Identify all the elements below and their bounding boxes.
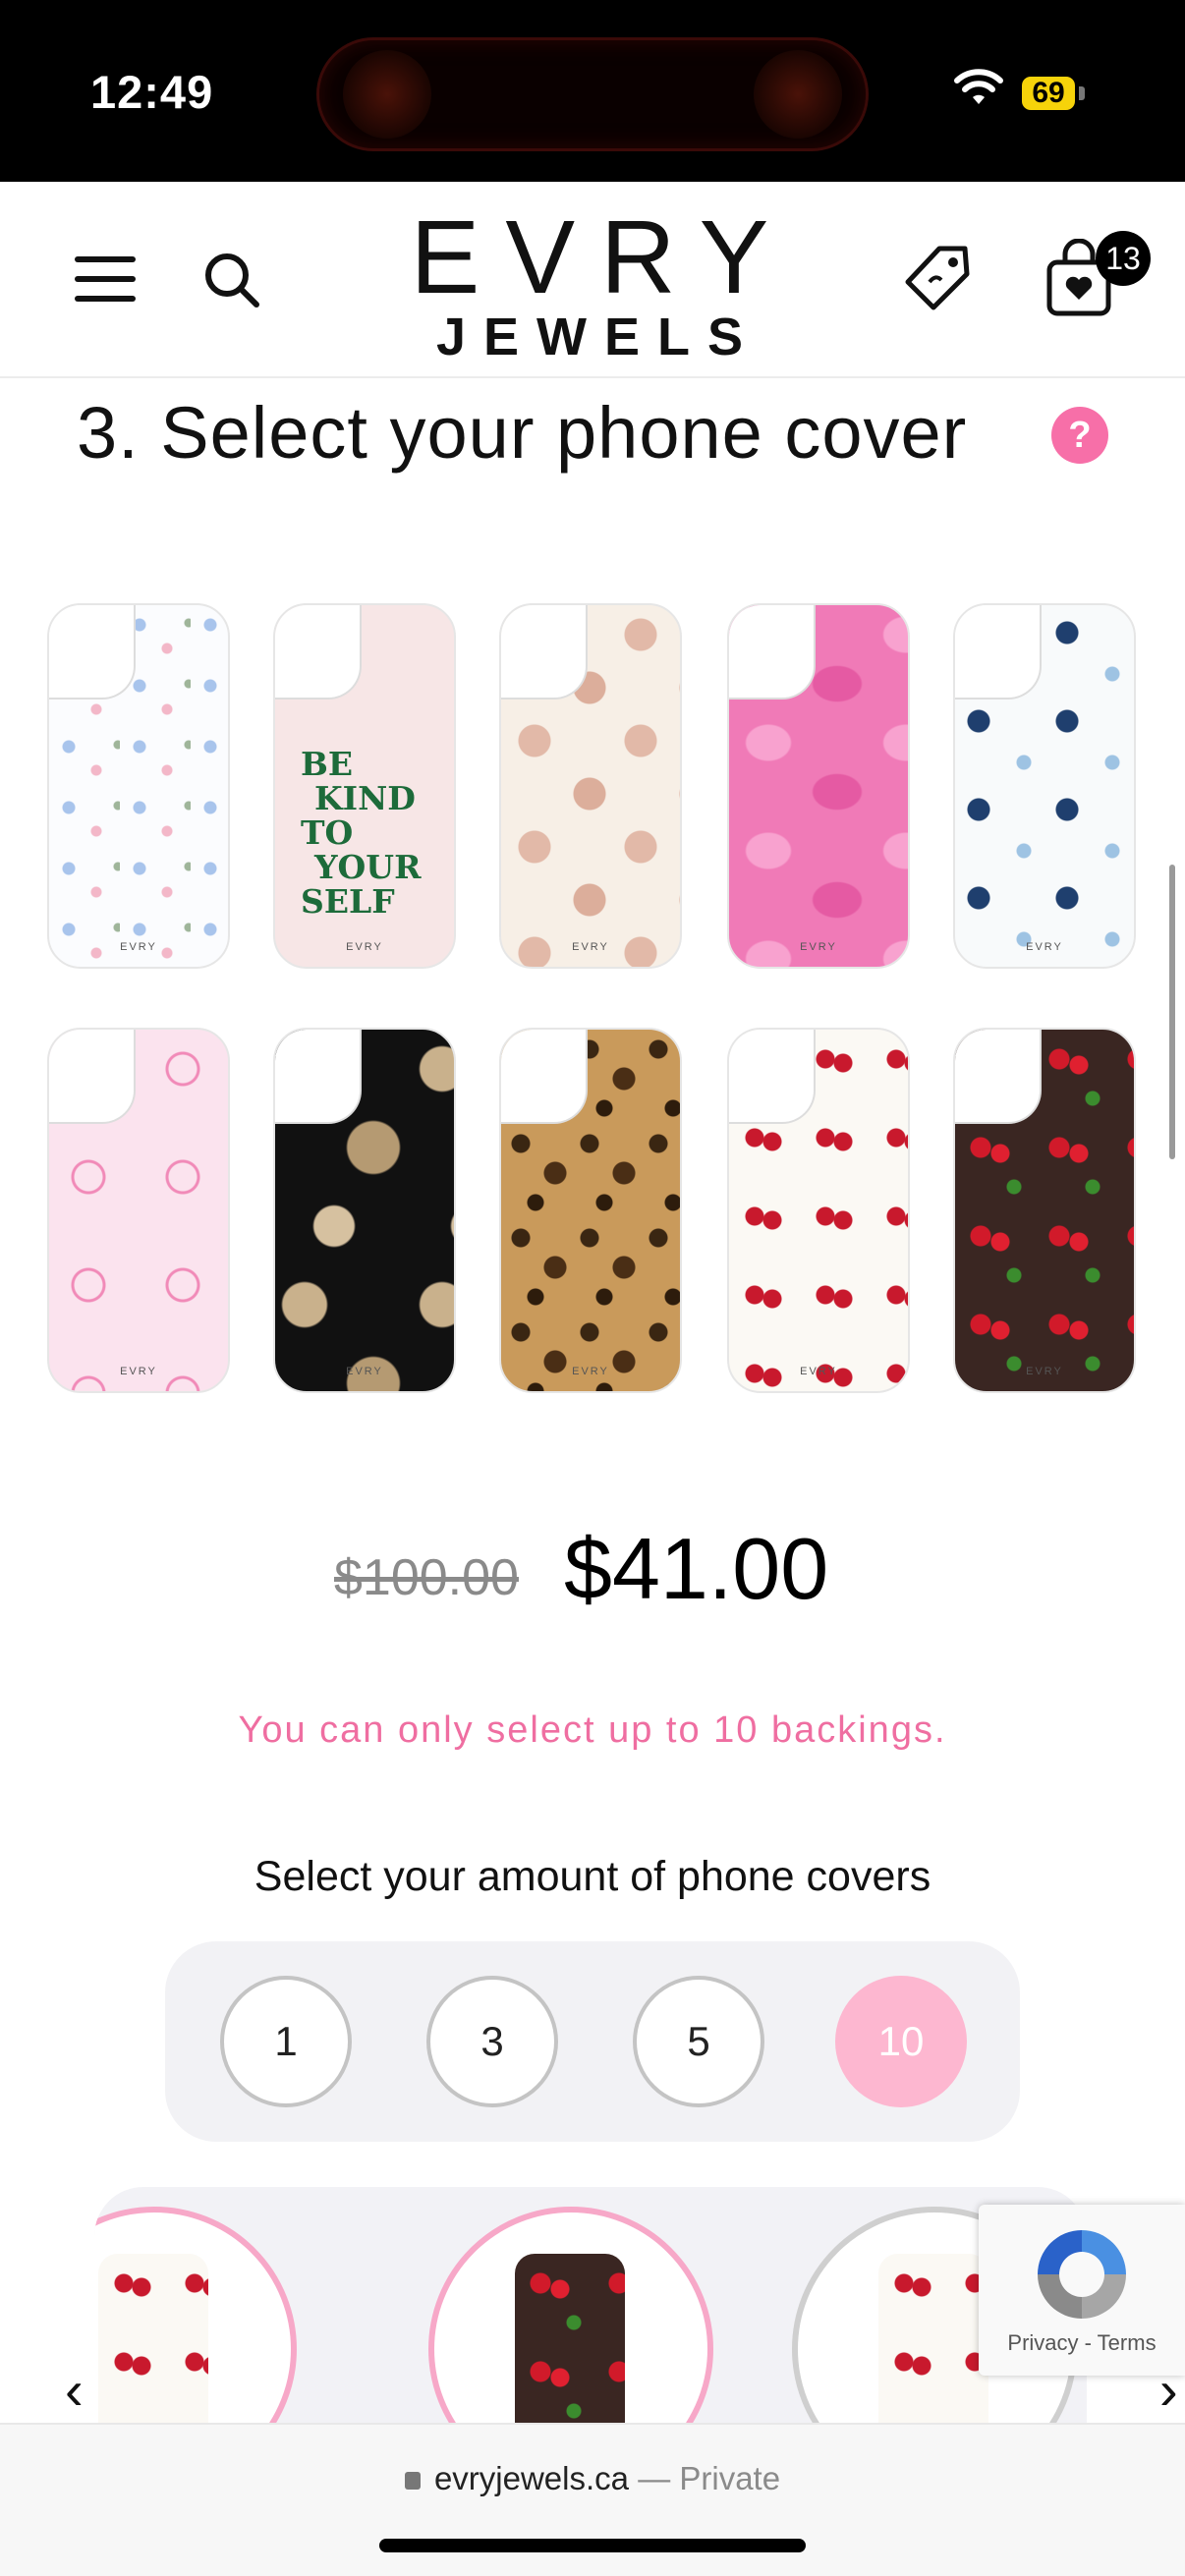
- logo-subline: JEWELS: [435, 308, 762, 366]
- wifi-icon: [954, 69, 1003, 104]
- cover-thumbnail: [878, 2254, 988, 2423]
- quantity-option-5[interactable]: 5: [633, 1976, 764, 2107]
- clock: 12:49: [90, 66, 214, 118]
- cover-slogan-line: KIND: [314, 779, 416, 817]
- battery-tip: [1079, 86, 1085, 100]
- home-indicator[interactable]: [379, 2539, 806, 2552]
- cover-brand-mark: EVRY: [346, 941, 383, 953]
- selection-limit-message: You can only select up to 10 backings.: [238, 1709, 947, 1751]
- recaptcha-badge[interactable]: Privacy - Terms: [979, 2205, 1185, 2376]
- cover-brand-mark: EVRY: [346, 1366, 383, 1377]
- cover-slogan-line: BE: [301, 745, 354, 783]
- url-text[interactable]: evryjewels.ca — Private: [0, 2460, 1185, 2497]
- selected-covers-carousel: [94, 2187, 1087, 2423]
- recaptcha-links[interactable]: Privacy - Terms: [979, 2330, 1185, 2356]
- quantity-option-10[interactable]: 10: [835, 1976, 967, 2107]
- logo-wordmark: EVRY: [410, 199, 795, 315]
- price-tag-icon[interactable]: [902, 243, 973, 313]
- sale-price: $41.00: [564, 1520, 829, 1617]
- phone-cover-blueberries-bows[interactable]: EVRY: [953, 603, 1136, 969]
- camera-cutout: [49, 605, 136, 700]
- camera-cutout: [501, 605, 588, 700]
- phone-cover-leopard-stars[interactable]: EVRY: [273, 1028, 456, 1393]
- cover-brand-mark: EVRY: [1026, 1366, 1063, 1377]
- cover-slogan-line: YOUR: [314, 848, 422, 886]
- selected-cover-cherries-brown[interactable]: [428, 2207, 713, 2423]
- cart-count-badge: 13: [1096, 231, 1151, 286]
- phone-cover-pink-bows[interactable]: EVRY: [47, 1028, 230, 1393]
- cover-brand-mark: EVRY: [800, 1366, 837, 1377]
- phone-cover-teddy-bears[interactable]: EVRY: [499, 603, 682, 969]
- url-domain: evryjewels.ca: [433, 2460, 630, 2496]
- phone-cover-pink-lips[interactable]: EVRY: [727, 603, 910, 969]
- phone-cover-blue-bows-floral[interactable]: EVRY: [47, 603, 230, 969]
- status-bar: 12:49 69: [0, 0, 1185, 182]
- selected-cover-thumbnail: [515, 2254, 625, 2423]
- browser-url-bar[interactable]: evryjewels.ca — Private: [0, 2423, 1185, 2576]
- section-title: 3. Select your phone cover: [77, 392, 968, 474]
- cover-slogan-line: SELF: [301, 882, 395, 921]
- quantity-option-1[interactable]: 1: [220, 1976, 352, 2107]
- camera-cutout: [275, 605, 362, 700]
- selected-cover-cherries-white[interactable]: [94, 2207, 297, 2423]
- quantity-option-3[interactable]: 3: [426, 1976, 558, 2107]
- site-header: EVRY JEWELS 13: [0, 182, 1185, 378]
- cover-brand-mark: EVRY: [120, 941, 157, 953]
- cover-slogan: BE KIND TO YOUR SELF: [301, 747, 422, 919]
- camera-cutout: [729, 1030, 816, 1124]
- amount-label: Select your amount of phone covers: [254, 1853, 931, 1900]
- recaptcha-icon: [1038, 2230, 1126, 2319]
- cover-brand-mark: EVRY: [800, 941, 837, 953]
- selected-cover-thumbnail: [98, 2254, 208, 2423]
- cover-brand-mark: EVRY: [572, 1366, 609, 1377]
- camera-cutout: [49, 1030, 136, 1124]
- cover-brand-mark: EVRY: [572, 941, 609, 953]
- private-mode-label: — Private: [638, 2460, 781, 2496]
- cover-slogan-line: TO: [301, 813, 354, 852]
- phone-cover-be-kind-to-yourself[interactable]: BE KIND TO YOUR SELF EVRY: [273, 603, 456, 969]
- camera-cutout: [955, 605, 1042, 700]
- phone-cover-leopard-print[interactable]: EVRY: [499, 1028, 682, 1393]
- battery-indicator: 69: [1022, 77, 1075, 110]
- help-icon[interactable]: ?: [1051, 407, 1108, 464]
- dynamic-island: [316, 37, 869, 151]
- lock-icon: [404, 2472, 421, 2490]
- search-icon[interactable]: [202, 251, 261, 309]
- menu-icon[interactable]: [75, 256, 136, 302]
- camera-cutout: [501, 1030, 588, 1124]
- camera-cutout: [729, 605, 816, 700]
- cover-brand-mark: EVRY: [1026, 941, 1063, 953]
- camera-cutout: [275, 1030, 362, 1124]
- phone-cover-cherries-brown[interactable]: EVRY: [953, 1028, 1136, 1393]
- original-price: $100.00: [334, 1549, 519, 1606]
- cover-brand-mark: EVRY: [120, 1366, 157, 1377]
- page-scrollbar[interactable]: [1169, 865, 1175, 1159]
- carousel-prev-arrow[interactable]: ‹: [65, 2358, 84, 2422]
- quantity-selector: 1 3 5 10: [165, 1941, 1020, 2142]
- phone-cover-cherries-white[interactable]: EVRY: [727, 1028, 910, 1393]
- camera-cutout: [955, 1030, 1042, 1124]
- brand-logo[interactable]: EVRY JEWELS: [373, 205, 806, 364]
